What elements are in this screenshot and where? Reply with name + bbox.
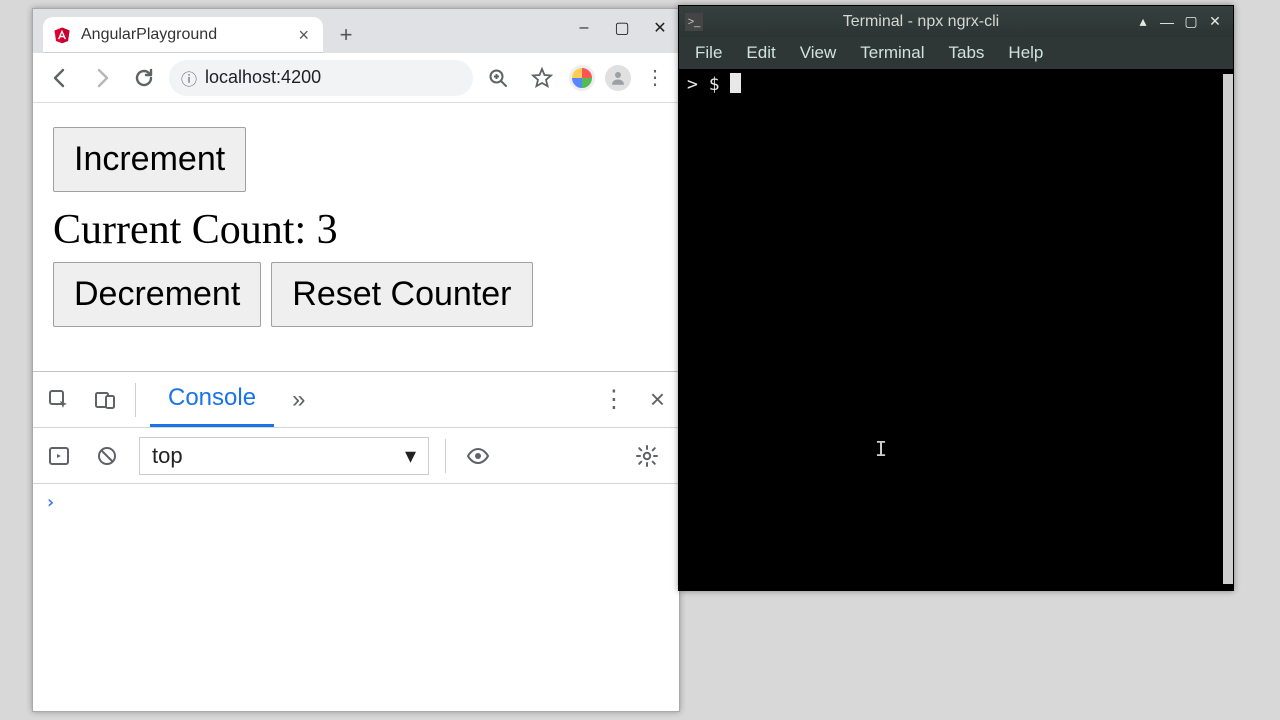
devtools-menu-button[interactable]: ⋮ (598, 381, 630, 418)
terminal-app-icon: >_ (685, 13, 703, 31)
terminal-close-button[interactable]: ✕ (1203, 10, 1227, 34)
console-settings-button[interactable] (631, 440, 663, 472)
chrome-window: AngularPlayground × + – ▢ ✕ ⓘ (32, 8, 680, 712)
console-prompt-icon: › (45, 492, 56, 513)
reload-button[interactable] (127, 61, 161, 95)
extension-icon[interactable] (569, 65, 595, 91)
omnibox[interactable]: ⓘ (169, 60, 473, 96)
divider (135, 383, 136, 417)
console-sidebar-toggle[interactable] (43, 440, 75, 472)
terminal-menu-view[interactable]: View (790, 39, 847, 67)
window-controls: – ▢ ✕ (569, 13, 675, 43)
terminal-window: >_ Terminal - npx ngrx-cli ▴ — ▢ ✕ File … (678, 5, 1234, 591)
eye-icon (466, 444, 490, 468)
devtools-tabbar: Console » ⋮ × (33, 372, 679, 428)
terminal-scrollbar[interactable] (1223, 74, 1233, 584)
text-caret-icon: I (875, 437, 877, 459)
browser-tab[interactable]: AngularPlayground × (43, 17, 323, 53)
context-value: top (152, 443, 183, 469)
context-selector[interactable]: top ▾ (139, 437, 429, 475)
devtools-tab-console[interactable]: Console (150, 372, 274, 427)
terminal-maximize-button[interactable]: ▢ (1179, 10, 1203, 34)
window-close-button[interactable]: ✕ (645, 13, 675, 43)
profile-avatar[interactable] (605, 65, 631, 91)
terminal-menu-terminal[interactable]: Terminal (850, 39, 934, 67)
inspect-icon (47, 388, 71, 412)
gear-icon (635, 444, 659, 468)
divider (445, 439, 446, 473)
angular-favicon (53, 26, 71, 44)
site-info-icon[interactable]: ⓘ (181, 66, 197, 90)
console-toolbar: top ▾ (33, 428, 679, 484)
window-maximize-button[interactable]: ▢ (607, 13, 637, 43)
count-label: Current Count: (53, 207, 317, 253)
terminal-menu-edit[interactable]: Edit (736, 39, 785, 67)
url-input[interactable] (205, 67, 461, 88)
reset-button[interactable]: Reset Counter (271, 262, 532, 327)
devices-icon (93, 388, 117, 412)
terminal-prompt-prefix: > (687, 74, 709, 95)
forward-button[interactable] (85, 61, 119, 95)
star-icon (530, 66, 554, 90)
tab-close-icon[interactable]: × (294, 25, 313, 46)
terminal-minimize-button[interactable]: — (1155, 10, 1179, 34)
console-output[interactable]: › (33, 484, 679, 711)
terminal-titlebar[interactable]: >_ Terminal - npx ngrx-cli ▴ — ▢ ✕ (679, 6, 1233, 37)
device-toggle-button[interactable] (89, 384, 121, 416)
terminal-body[interactable]: > $ I (679, 69, 1233, 590)
arrow-left-icon (48, 66, 72, 90)
decrement-button[interactable]: Decrement (53, 262, 261, 327)
arrow-right-icon (90, 66, 114, 90)
chevron-down-icon: ▾ (405, 443, 416, 469)
devtools-close-button[interactable]: × (646, 380, 669, 419)
terminal-menu-help[interactable]: Help (998, 39, 1053, 67)
clear-console-button[interactable] (91, 440, 123, 472)
address-bar: ⓘ ⋮ (33, 53, 679, 103)
tab-strip: AngularPlayground × + – ▢ ✕ (33, 9, 679, 53)
bookmark-button[interactable] (525, 61, 559, 95)
tab-title: AngularPlayground (81, 26, 284, 44)
zoom-button[interactable] (481, 61, 515, 95)
inspect-element-button[interactable] (43, 384, 75, 416)
terminal-menu-tabs[interactable]: Tabs (939, 39, 995, 67)
devtools-panel: Console » ⋮ × top ▾ (33, 371, 679, 711)
terminal-title: Terminal - npx ngrx-cli (711, 13, 1131, 31)
count-value: 3 (317, 207, 338, 253)
devtools-more-tabs[interactable]: » (288, 382, 309, 418)
clear-icon (95, 444, 119, 468)
sidebar-icon (47, 444, 71, 468)
terminal-cursor (730, 73, 741, 93)
count-display: Current Count: 3 (53, 206, 659, 254)
terminal-menu-bar: File Edit View Terminal Tabs Help (679, 37, 1233, 69)
window-minimize-button[interactable]: – (569, 13, 599, 43)
chrome-menu-button[interactable]: ⋮ (641, 65, 669, 90)
new-tab-button[interactable]: + (331, 20, 361, 50)
reload-icon (132, 66, 156, 90)
page-viewport: Increment Current Count: 3 Decrement Res… (33, 103, 679, 371)
zoom-icon (486, 66, 510, 90)
live-expression-button[interactable] (462, 440, 494, 472)
person-icon (609, 69, 627, 87)
increment-button[interactable]: Increment (53, 127, 246, 192)
terminal-menu-file[interactable]: File (685, 39, 732, 67)
back-button[interactable] (43, 61, 77, 95)
terminal-rollup-button[interactable]: ▴ (1131, 10, 1155, 34)
terminal-prompt: $ (709, 74, 720, 95)
